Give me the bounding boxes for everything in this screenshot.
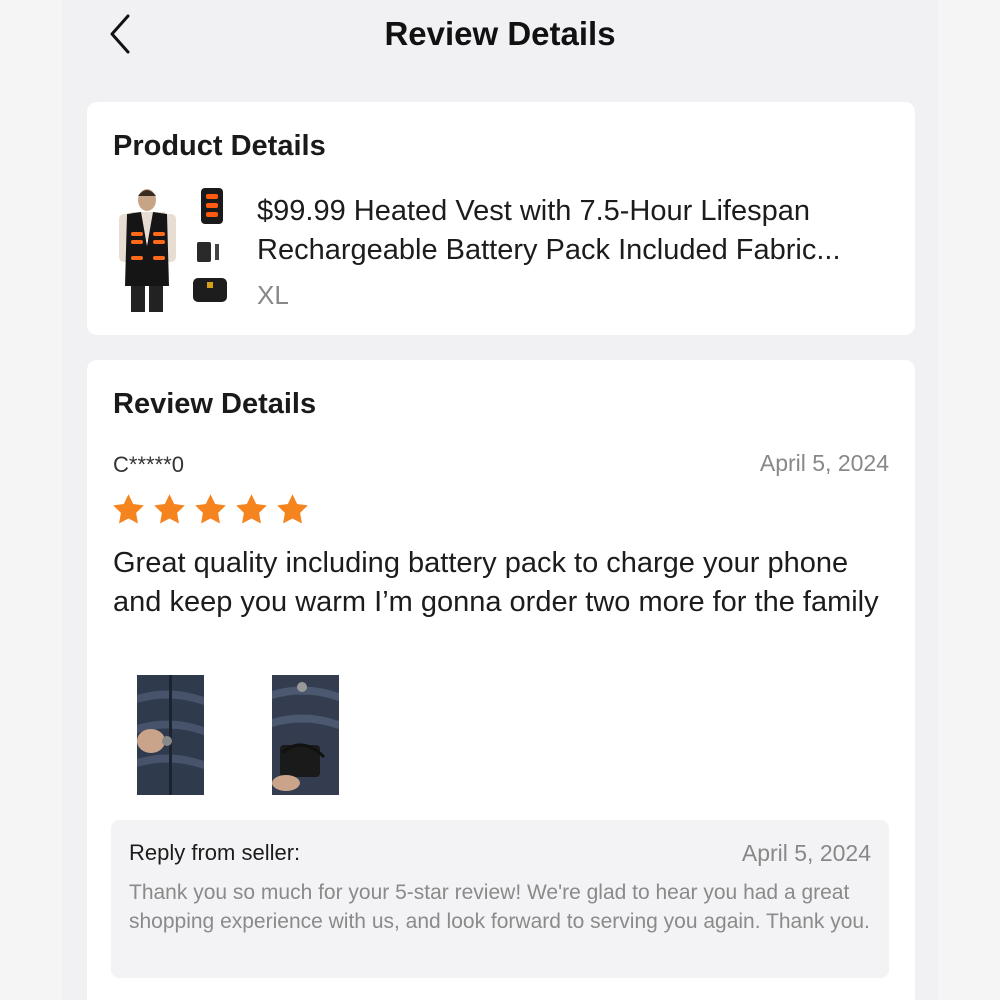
star-icon — [195, 494, 226, 524]
heated-vest-image-icon — [119, 188, 227, 312]
star-icon — [236, 494, 267, 524]
review-text: Great quality including battery pack to … — [113, 547, 879, 618]
star-icon — [113, 494, 144, 524]
star-icon — [277, 494, 308, 524]
product-details-heading: Product Details — [113, 130, 326, 162]
reply-label: Reply from seller: — [129, 840, 301, 865]
jacket-photo-icon — [137, 675, 204, 795]
reply-date: April 5, 2024 — [741, 840, 871, 866]
jacket-battery-photo-icon — [272, 675, 339, 795]
product-thumbnail[interactable] — [109, 186, 233, 314]
reply-text: Thank you so much for your 5-star review… — [129, 881, 870, 933]
review-details-card: Review Details C*****0 April 5, 2024 Gre… — [87, 360, 915, 1000]
review-details-screen: Review Details Product Details $99.99 He… — [62, 0, 938, 1000]
seller-reply: Reply from seller: April 5, 2024 Thank y… — [111, 820, 889, 978]
review-photo[interactable] — [137, 675, 204, 795]
review-details-heading: Review Details — [113, 388, 317, 420]
reviewer-name: C*****0 — [113, 452, 184, 477]
product-details-card[interactable]: Product Details $99.99 Heated Vest with … — [87, 102, 915, 335]
star-rating — [111, 492, 310, 527]
star-icon — [154, 494, 185, 524]
review-photo[interactable] — [272, 675, 339, 795]
review-photos — [137, 675, 339, 795]
header: Review Details — [62, 0, 938, 70]
review-date: April 5, 2024 — [759, 450, 889, 476]
product-name[interactable]: $99.99 Heated Vest with 7.5-Hour Lifespa… — [257, 192, 897, 270]
product-variant: XL — [257, 280, 289, 310]
page-title: Review Details — [384, 15, 616, 52]
